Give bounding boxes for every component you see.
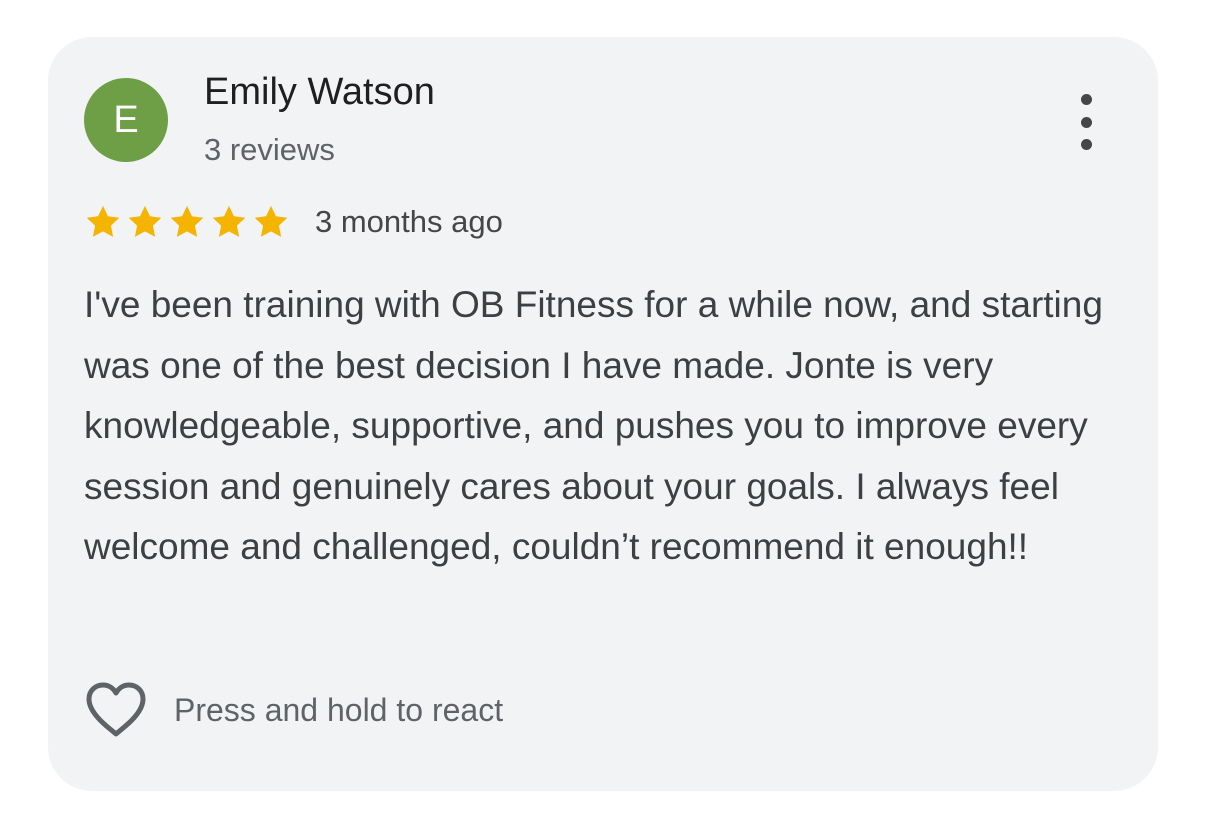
star-icon (126, 203, 164, 241)
avatar[interactable]: E (84, 78, 168, 162)
review-text: I've been training with OB Fitness for a… (84, 284, 1103, 567)
star-icon (210, 203, 248, 241)
star-icon (168, 203, 206, 241)
review-card: E Emily Watson 3 reviews 3 months ago I'… (48, 37, 1158, 791)
more-options-button[interactable] (1070, 94, 1102, 150)
review-time: 3 months ago (315, 204, 503, 239)
react-label: Press and hold to react (174, 691, 504, 728)
reviewer-name[interactable]: Emily Watson (204, 71, 435, 114)
more-vert-icon-dot (1080, 139, 1092, 150)
react-row[interactable]: Press and hold to react (84, 680, 503, 740)
star-icon (252, 203, 290, 241)
reviewer-review-count[interactable]: 3 reviews (204, 132, 335, 168)
star-icon (84, 203, 122, 241)
more-vert-icon (1080, 94, 1092, 105)
heart-outline-icon[interactable] (84, 681, 148, 739)
rating-row: 3 months ago (84, 201, 503, 243)
star-rating (84, 203, 294, 241)
more-vert-icon-dot (1080, 116, 1092, 128)
